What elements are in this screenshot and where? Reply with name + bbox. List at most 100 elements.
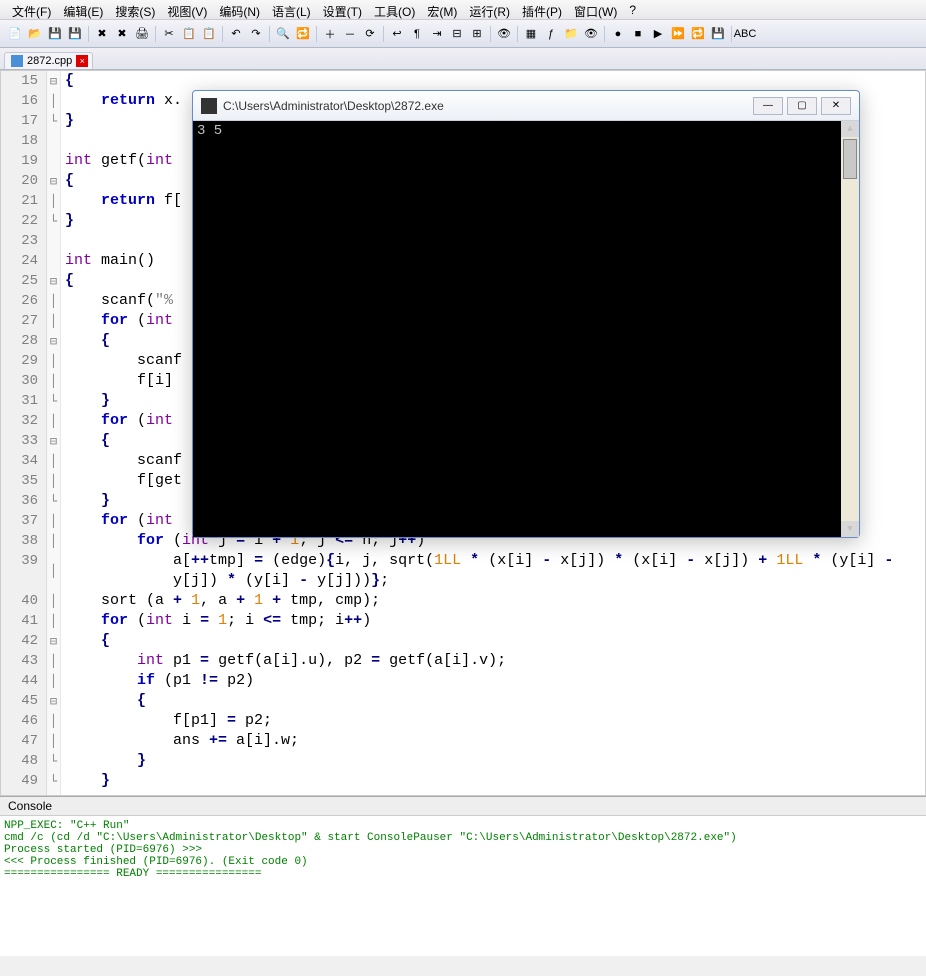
undo-button[interactable]: ↶: [227, 25, 245, 43]
console-panel: Console NPP_EXEC: "C++ Run" cmd /c (cd /…: [0, 796, 926, 956]
code-line[interactable]: if (p1 != p2): [65, 671, 925, 691]
menu-plugins[interactable]: 插件(P): [516, 2, 568, 17]
fold-marker[interactable]: ⊟: [47, 431, 60, 451]
wordwrap-button[interactable]: ↩: [388, 25, 406, 43]
sync-button[interactable]: ⟳: [361, 25, 379, 43]
close-button[interactable]: ✖: [93, 25, 111, 43]
find-button[interactable]: 🔍: [274, 25, 292, 43]
replace-button[interactable]: 🔁: [294, 25, 312, 43]
code-line[interactable]: sort (a + 1, a + 1 + tmp, cmp);: [65, 591, 925, 611]
menu-bar: 文件(F) 编辑(E) 搜索(S) 视图(V) 编码(N) 语言(L) 设置(T…: [0, 0, 926, 20]
menu-macro[interactable]: 宏(M): [421, 2, 463, 17]
zoom-in-button[interactable]: ＋: [321, 25, 339, 43]
tab-filename: 2872.cpp: [27, 55, 72, 67]
fold-marker: [47, 231, 60, 251]
spell-button[interactable]: ABC: [736, 25, 754, 43]
scroll-up-button[interactable]: ▲: [841, 121, 859, 137]
fold-marker: │: [47, 671, 60, 691]
fold-marker: │: [47, 351, 60, 371]
console-window-body[interactable]: 3 5 ▲ ▼: [193, 121, 859, 537]
menu-settings[interactable]: 设置(T): [317, 2, 368, 17]
code-line[interactable]: {: [65, 71, 925, 91]
code-line[interactable]: f[p1] = p2;: [65, 711, 925, 731]
toolbar-separator: [517, 26, 518, 42]
close-button[interactable]: ✕: [821, 97, 851, 115]
fold-marker[interactable]: ⊟: [47, 631, 60, 651]
save-button[interactable]: 💾: [46, 25, 64, 43]
menu-encoding[interactable]: 编码(N): [213, 2, 266, 17]
toolbar-separator: [731, 26, 732, 42]
fold-marker[interactable]: ⊟: [47, 331, 60, 351]
fold-marker[interactable]: ⊟: [47, 691, 60, 711]
paste-button[interactable]: 📋: [200, 25, 218, 43]
scrollbar[interactable]: ▲ ▼: [841, 121, 859, 537]
menu-help[interactable]: ?: [623, 2, 642, 17]
copy-button[interactable]: 📋: [180, 25, 198, 43]
code-line[interactable]: int p1 = getf(a[i].u), p2 = getf(a[i].v)…: [65, 651, 925, 671]
line-number: 38: [1, 531, 38, 551]
close-all-button[interactable]: ✖: [113, 25, 131, 43]
line-number: 25: [1, 271, 38, 291]
fold-column[interactable]: ⊟│└⊟│└⊟││⊟││└│⊟││└│││││⊟││⊟││└└: [47, 71, 61, 795]
zoom-out-button[interactable]: －: [341, 25, 359, 43]
fast-button[interactable]: ⏩: [669, 25, 687, 43]
line-number: 32: [1, 411, 38, 431]
menu-window[interactable]: 窗口(W): [568, 2, 623, 17]
func-list-button[interactable]: ƒ: [542, 25, 560, 43]
menu-run[interactable]: 运行(R): [463, 2, 516, 17]
menu-file[interactable]: 文件(F): [6, 2, 57, 17]
fold-button[interactable]: ⊟: [448, 25, 466, 43]
monitor-button[interactable]: 👁: [582, 25, 600, 43]
fold-marker: │: [47, 411, 60, 431]
fold-marker[interactable]: ⊟: [47, 71, 60, 91]
console-output[interactable]: NPP_EXEC: "C++ Run" cmd /c (cd /d "C:\Us…: [0, 816, 926, 956]
fold-marker: [47, 251, 60, 271]
indent-button[interactable]: ⇥: [428, 25, 446, 43]
toolbar-separator: [269, 26, 270, 42]
save-macro-button[interactable]: 💾: [709, 25, 727, 43]
scroll-thumb[interactable]: [843, 139, 857, 179]
stop-button[interactable]: ■: [629, 25, 647, 43]
all-chars-button[interactable]: ¶: [408, 25, 426, 43]
menu-tools[interactable]: 工具(O): [368, 2, 421, 17]
code-line[interactable]: a[++tmp] = (edge){i, j, sqrt(1LL * (x[i]…: [65, 551, 925, 591]
play-button[interactable]: ▶: [649, 25, 667, 43]
scroll-down-button[interactable]: ▼: [841, 521, 859, 537]
folder-button[interactable]: 📁: [562, 25, 580, 43]
save-all-button[interactable]: 💾: [66, 25, 84, 43]
menu-edit[interactable]: 编辑(E): [57, 2, 109, 17]
unfold-button[interactable]: ⊞: [468, 25, 486, 43]
window-titlebar[interactable]: C:\Users\Administrator\Desktop\2872.exe …: [193, 91, 859, 121]
child-console-window[interactable]: C:\Users\Administrator\Desktop\2872.exe …: [192, 90, 860, 538]
redo-button[interactable]: ↷: [247, 25, 265, 43]
record-button[interactable]: ●: [609, 25, 627, 43]
code-line[interactable]: ans += a[i].w;: [65, 731, 925, 751]
loop-button[interactable]: 🔁: [689, 25, 707, 43]
fold-marker: │: [47, 611, 60, 631]
fold-marker: │: [47, 371, 60, 391]
code-line[interactable]: {: [65, 691, 925, 711]
doc-map-button[interactable]: ▦: [522, 25, 540, 43]
menu-search[interactable]: 搜索(S): [109, 2, 161, 17]
hide-lines-button[interactable]: 👁: [495, 25, 513, 43]
minimize-button[interactable]: —: [753, 97, 783, 115]
code-line[interactable]: for (int i = 1; i <= tmp; i++): [65, 611, 925, 631]
code-line[interactable]: }: [65, 771, 925, 791]
menu-language[interactable]: 语言(L): [266, 2, 317, 17]
menu-view[interactable]: 视图(V): [161, 2, 213, 17]
maximize-button[interactable]: ▢: [787, 97, 817, 115]
print-button[interactable]: 🖨: [133, 25, 151, 43]
fold-marker[interactable]: ⊟: [47, 171, 60, 191]
new-file-button[interactable]: 📄: [6, 25, 24, 43]
window-title: C:\Users\Administrator\Desktop\2872.exe: [223, 99, 753, 113]
line-number: 49: [1, 771, 38, 791]
open-button[interactable]: 📂: [26, 25, 44, 43]
fold-marker: │: [47, 191, 60, 211]
fold-marker[interactable]: ⊟: [47, 271, 60, 291]
code-line[interactable]: {: [65, 631, 925, 651]
file-tab[interactable]: 2872.cpp ×: [4, 52, 93, 69]
line-number: 47: [1, 731, 38, 751]
cut-button[interactable]: ✂: [160, 25, 178, 43]
tab-close-button[interactable]: ×: [76, 55, 88, 67]
code-line[interactable]: }: [65, 751, 925, 771]
